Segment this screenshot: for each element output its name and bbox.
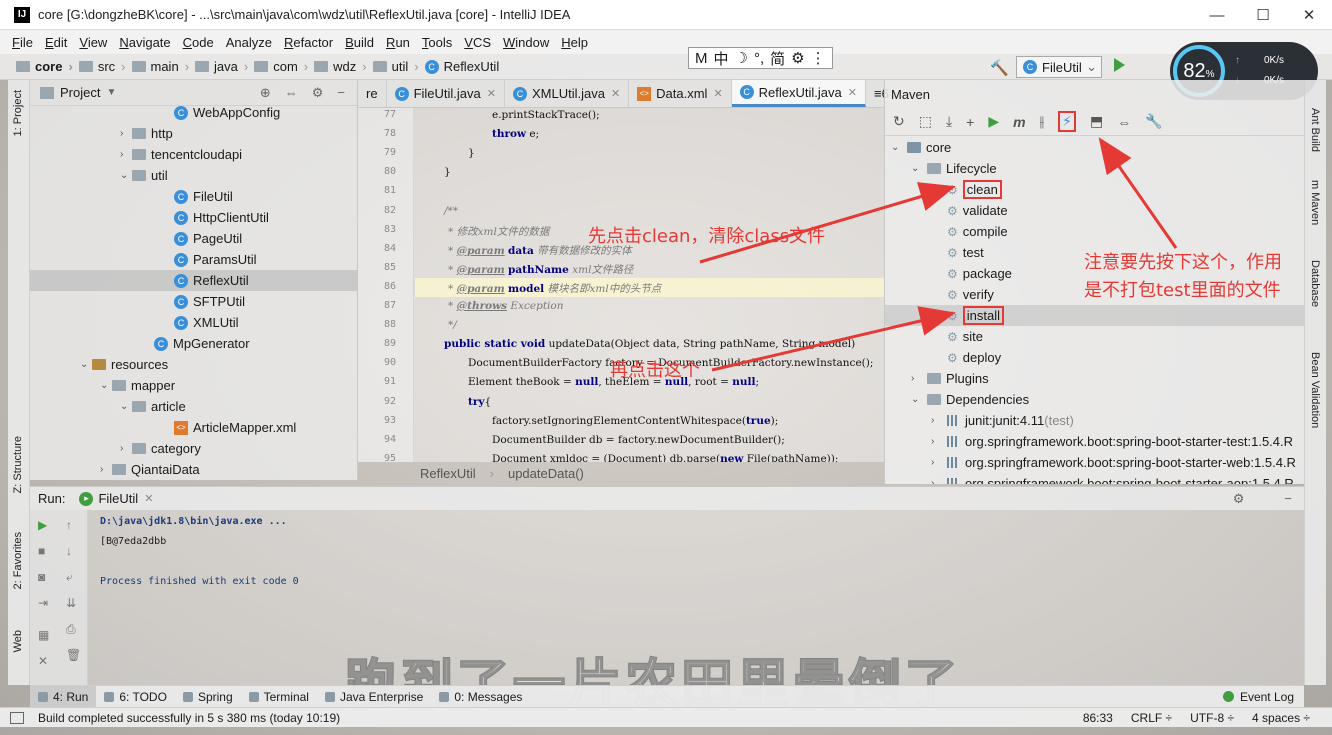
annotation-clean: 先点击clean，清除class文件 <box>588 226 826 247</box>
annotation-skip-tests-line2: 是不打包test里面的文件 <box>1084 280 1281 301</box>
annotation-skip-tests-line1: 注意要先按下这个，作用 <box>1084 252 1282 273</box>
annotation-install: 再点击这个 <box>610 360 700 381</box>
arrow-to-skip-tests <box>1098 137 1178 249</box>
arrow-to-install <box>711 306 956 372</box>
